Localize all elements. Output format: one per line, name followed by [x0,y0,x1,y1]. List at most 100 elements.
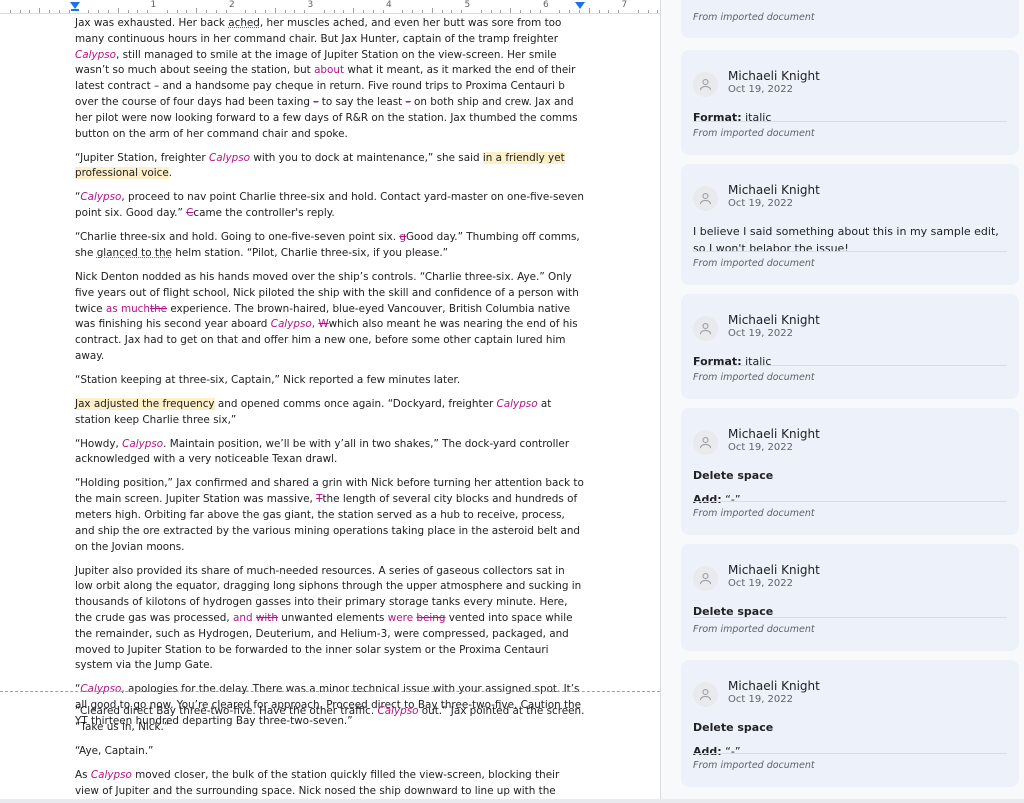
comment-card-partial[interactable]: From imported document [681,0,1019,38]
comment-card[interactable]: Michaeli Knight Oct 19, 2022 Delete space F… [681,544,1019,651]
comment-date: Oct 19, 2022 [728,328,793,339]
text-run: “Station keeping at three-six, Captain,”… [75,373,461,386]
ruler-tick [441,10,443,13]
comment-card[interactable]: Michaeli Knight Oct 19, 2022 Delete space A… [681,408,1019,535]
comment-line: Add: “-” [693,492,1011,509]
comment-line-label: Format: [693,111,742,124]
italic-ship-name[interactable]: Calypso [122,438,163,450]
comments-panel: From imported document Michaeli Knight Oc… [661,0,1024,803]
paragraph[interactable]: “Charlie three-six and hold. Going to on… [75,230,585,262]
comment-date: Oct 19, 2022 [728,84,793,95]
italic-ship-name[interactable]: Calypso [80,191,121,203]
paragraph[interactable]: “Calypso, proceed to nav point Charlie t… [75,190,585,222]
text-run: and opened comms once again. “Dockyard, … [214,397,497,410]
ruler-tick [19,10,21,13]
suggested-insertion[interactable]: were [388,612,417,624]
suggested-deletion[interactable]: being [416,612,445,624]
horizontal-scrollbar[interactable] [0,799,1024,803]
italic-ship-name[interactable]: Calypso [80,683,121,695]
paragraph[interactable]: Jax was exhausted. Her back ached, her m… [75,16,585,142]
ruler-tick [559,10,561,13]
paragraph[interactable]: Jax adjusted the frequency and opened co… [75,397,585,429]
text-run: moved closer, the bulk of the station qu… [75,768,560,803]
comment-source: From imported document [693,508,815,519]
ruler-tick [578,10,580,13]
ruler-tick [264,10,266,13]
ruler-tick [363,10,365,13]
italic-ship-name[interactable]: Calypso [497,398,538,410]
text-run[interactable]: ached [228,17,260,29]
paragraph[interactable]: “Aye, Captain.” [75,744,585,760]
italic-ship-name[interactable]: Calypso [271,318,312,330]
paragraph[interactable]: Nick Denton nodded as his hands moved ov… [75,270,585,365]
ruler-tick [647,10,649,13]
ruler-tick [451,10,453,13]
document-body-page-1[interactable]: Jax was exhausted. Her back ached, her m… [75,16,585,738]
comment-line-value: italic [741,111,772,124]
ruler-number: 7 [621,0,628,10]
comment-source: From imported document [693,12,815,23]
ruler-tick [147,10,149,13]
italic-ship-name[interactable]: Calypso [91,769,132,781]
paragraph[interactable]: “Holding position,” Jax confirmed and sh… [75,476,585,555]
paragraph[interactable]: “Cleared direct Bay three-two-five. Have… [75,704,585,736]
comment-card[interactable]: Michaeli Knight Oct 19, 2022 Format: itali… [681,50,1019,155]
comment-line-value: “-” [721,492,741,506]
comment-divider [693,251,1007,252]
person-icon [699,688,712,701]
comment-divider [693,121,1007,122]
suggested-deletion[interactable]: g [399,231,406,243]
suggested-deletion[interactable]: with [256,612,278,624]
commented-text[interactable]: Jax adjusted the frequency [75,397,215,410]
ruler-tick [510,8,512,13]
avatar [693,566,718,591]
text-run: “Cleared direct Bay three-two-five. Have… [75,705,378,717]
comment-card[interactable]: Michaeli Knight Oct 19, 2022 Delete space A… [681,660,1019,787]
first-line-indent-marker[interactable] [71,9,79,11]
ruler-tick [117,8,119,13]
comment-card[interactable]: Michaeli Knight Oct 19, 2022 Format: itali… [681,294,1019,399]
person-icon [699,78,712,91]
ruler-tick [421,10,423,13]
comment-line: Delete space [693,604,1011,621]
text-run: unwanted elements [277,611,388,624]
paragraph[interactable]: “Howdy, Calypso. Maintain position, we’l… [75,437,585,469]
suggested-insertion[interactable]: and [233,612,256,624]
suggested-deletion[interactable]: the [150,303,167,315]
comment-card[interactable]: Michaeli Knight Oct 19, 2022 I believe I s… [681,164,1019,285]
comment-author: Michaeli Knight [728,69,820,83]
ruler-tick [539,10,541,13]
ruler-tick [323,10,325,13]
comment-source: From imported document [693,372,815,383]
suggested-insertion[interactable]: about [314,64,344,76]
italic-ship-name[interactable]: Calypso [377,705,418,717]
ruler-number: 1 [150,0,157,10]
text-run[interactable]: glanced to the [97,247,172,259]
paragraph[interactable]: “Station keeping at three-six, Captain,”… [75,373,585,389]
ruler-tick [166,10,168,13]
paragraph[interactable]: As Calypso moved closer, the bulk of the… [75,768,585,803]
italic-ship-name[interactable]: Calypso [209,152,250,164]
comment-author: Michaeli Knight [728,313,820,327]
paragraph[interactable]: “Jupiter Station, freighter Calypso with… [75,151,585,183]
ruler-tick [304,10,306,13]
suggested-deletion[interactable]: W [318,318,328,330]
right-indent-marker[interactable] [575,2,585,9]
ruler-tick [588,8,590,13]
horizontal-ruler[interactable]: 1 2 3 4 5 6 7 [0,0,660,14]
italic-ship-name[interactable]: Calypso [75,49,116,61]
ruler-tick [58,10,60,13]
person-icon [699,572,712,585]
comment-source: From imported document [693,760,815,771]
document-body-page-2[interactable]: “Cleared direct Bay three-two-five. Have… [75,704,585,803]
person-icon [699,436,712,449]
document-page[interactable]: Jax was exhausted. Her back ached, her m… [0,14,660,803]
ruler-tick [49,10,51,13]
ruler-tick [520,10,522,13]
left-indent-marker[interactable] [70,2,80,9]
text-run: helm station. “Pilot, Charlie three-six,… [171,246,449,259]
comment-divider [693,753,1007,754]
paragraph[interactable]: Jupiter also provided its share of much-… [75,564,585,675]
ruler-tick [39,8,41,13]
suggested-insertion[interactable]: as much [106,303,150,315]
